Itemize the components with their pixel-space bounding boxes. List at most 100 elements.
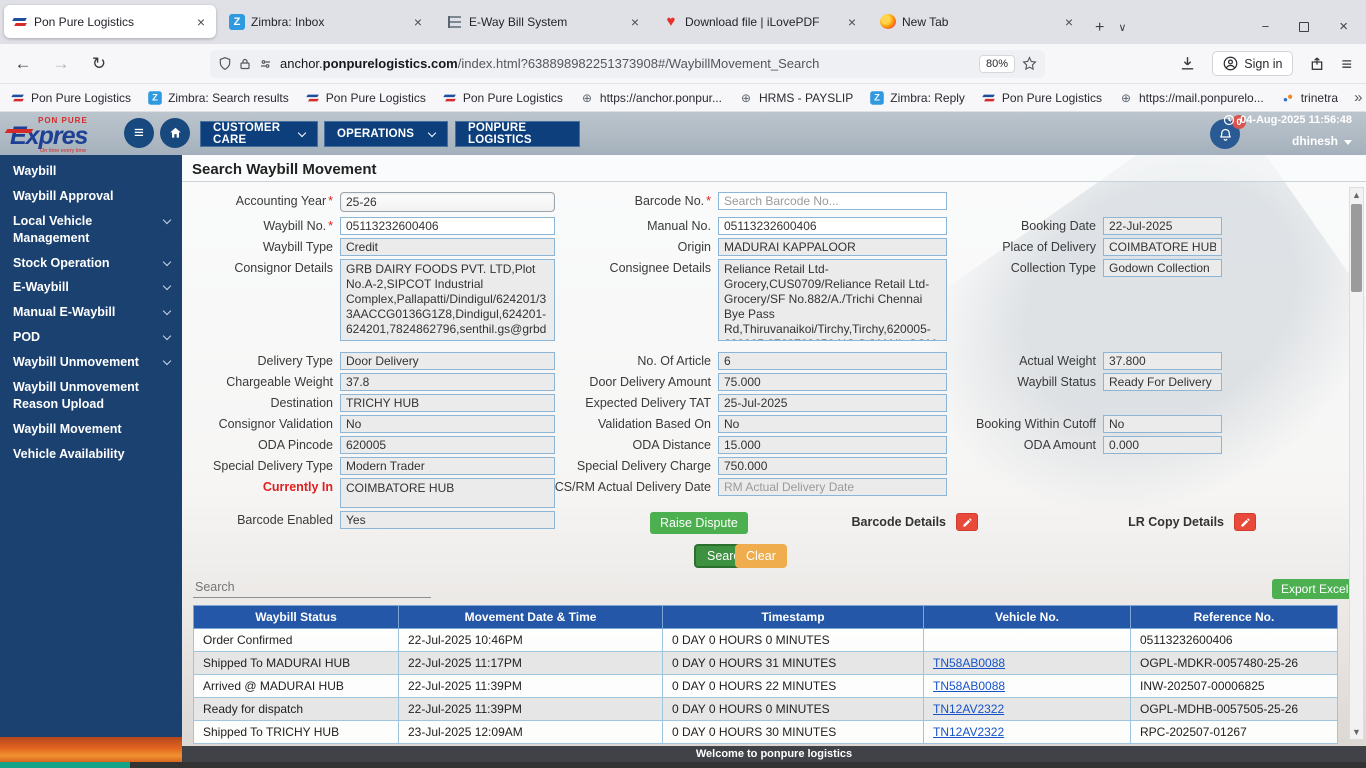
browser-tab-zimbra-inbox[interactable]: Zimbra: Inbox × (221, 5, 433, 38)
brand-logo[interactable]: PON PURE Expres On time every time (10, 116, 115, 154)
url-bar[interactable]: anchor.ponpurelogistics.com/index.html?6… (210, 49, 1045, 78)
field-oda-pincode[interactable] (340, 436, 555, 454)
close-button[interactable]: × (1339, 19, 1348, 34)
tab-close-icon[interactable]: × (1062, 14, 1076, 30)
sidebar-item-waybill-approval[interactable]: Waybill Approval (0, 184, 182, 209)
sidebar-item-waybill-movement[interactable]: Waybill Movement (0, 417, 182, 442)
vehicle-link[interactable]: TN58AB0088 (933, 679, 1005, 693)
bookmark-pon-pure-logistics[interactable]: Pon Pure Logistics (305, 90, 426, 106)
raise-dispute-button[interactable]: Raise Dispute (650, 512, 748, 534)
clear-button[interactable]: Clear (735, 544, 787, 568)
export-excel-button[interactable]: Export Excel (1272, 579, 1358, 599)
new-tab-button[interactable]: + (1095, 20, 1104, 36)
bookmark-trinetra[interactable]: trinetra (1280, 90, 1338, 106)
field-barcode-enabled[interactable] (340, 511, 555, 529)
field-consignor-validation[interactable] (340, 415, 555, 433)
field-accounting-year[interactable]: 25-26 (340, 192, 555, 212)
vertical-scrollbar[interactable]: ▲ ▼ (1349, 187, 1364, 740)
column-header-reference-no[interactable]: Reference No. (1130, 605, 1338, 629)
field-origin[interactable] (718, 238, 947, 256)
tab-close-icon[interactable]: × (845, 14, 859, 30)
browser-tab-pon-pure-logistics[interactable]: Pon Pure Logistics × (4, 5, 216, 38)
sidebar-item-stock-operation[interactable]: Stock Operation (0, 251, 182, 276)
menu-operations[interactable]: OPERATIONS (324, 121, 448, 147)
sidebar-item-waybill[interactable]: Waybill (0, 159, 182, 184)
bookmark-pon-pure-logistics[interactable]: Pon Pure Logistics (442, 90, 563, 106)
sidebar-item-pod[interactable]: POD (0, 325, 182, 350)
bookmark-https-mail-ponpurelo[interactable]: https://mail.ponpurelo... (1118, 90, 1264, 106)
field-validation-based-on[interactable] (718, 415, 947, 433)
sidebar-item-e-waybill[interactable]: E-Waybill (0, 275, 182, 300)
field-no-of-article[interactable] (718, 352, 947, 370)
field-special-delivery-type[interactable] (340, 457, 555, 475)
bookmarks-overflow-icon[interactable]: » (1354, 89, 1362, 106)
field-delivery-type[interactable] (340, 352, 555, 370)
field-manual-no[interactable] (718, 217, 947, 235)
user-menu[interactable]: dhinesh (1292, 134, 1352, 148)
bookmark-https-anchor-ponpur[interactable]: https://anchor.ponpur... (579, 90, 722, 106)
sidebar-item-local-vehicle-management[interactable]: Local Vehicle Management (0, 209, 182, 251)
scroll-down-icon[interactable]: ▼ (1350, 725, 1363, 739)
barcode-details-edit-button[interactable] (956, 513, 978, 531)
column-header-vehicle-no[interactable]: Vehicle No. (923, 605, 1131, 629)
field-booking-within-cutoff[interactable] (1103, 415, 1222, 433)
field-oda-amount[interactable] (1103, 436, 1222, 454)
column-header-movement-date-time[interactable]: Movement Date & Time (398, 605, 663, 629)
column-header-timestamp[interactable]: Timestamp (662, 605, 924, 629)
maximize-button[interactable] (1299, 21, 1310, 32)
table-quick-search-input[interactable] (193, 577, 431, 598)
browser-tab-e-way-bill-system[interactable]: E-Way Bill System × (438, 5, 650, 38)
field-oda-distance[interactable] (718, 436, 947, 454)
field-chargeable-weight[interactable] (340, 373, 555, 391)
zoom-level-badge[interactable]: 80% (978, 54, 1015, 73)
bookmark-pon-pure-logistics[interactable]: Pon Pure Logistics (981, 90, 1102, 106)
field-destination[interactable] (340, 394, 555, 412)
scroll-up-icon[interactable]: ▲ (1350, 188, 1363, 202)
shield-icon[interactable] (218, 56, 232, 71)
menu-ponpure-logistics[interactable]: PONPURE LOGISTICS (455, 121, 580, 147)
field-place-of-delivery[interactable] (1103, 238, 1222, 256)
vehicle-link[interactable]: TN58AB0088 (933, 656, 1005, 670)
home-button[interactable] (160, 118, 190, 148)
bookmark-star-icon[interactable] (1022, 56, 1037, 71)
vehicle-link[interactable]: TN12AV2322 (933, 725, 1004, 739)
lock-icon[interactable] (239, 57, 251, 71)
permissions-icon[interactable] (258, 58, 273, 70)
field-door-delivery-amount[interactable] (718, 373, 947, 391)
extensions-icon[interactable] (1309, 56, 1325, 72)
sign-in-button[interactable]: Sign in (1212, 51, 1294, 76)
field-cs-rm-actual-delivery-date[interactable] (718, 478, 947, 496)
app-menu-icon[interactable]: ≡ (1341, 55, 1352, 73)
field-waybill-type[interactable] (340, 238, 555, 256)
field-collection-type[interactable] (1103, 259, 1222, 277)
list-tabs-icon[interactable]: ∨ (1118, 22, 1126, 34)
sidebar-item-waybill-unmovement-reason-upload[interactable]: Waybill Unmovement Reason Upload (0, 375, 182, 417)
tab-close-icon[interactable]: × (411, 14, 425, 30)
field-actual-weight[interactable] (1103, 352, 1222, 370)
field-booking-date[interactable] (1103, 217, 1222, 235)
sidebar-item-vehicle-availability[interactable]: Vehicle Availability (0, 442, 182, 467)
bookmark-hrms-payslip[interactable]: HRMS - PAYSLIP (738, 90, 853, 106)
field-consignor-details[interactable] (340, 259, 555, 341)
reload-icon[interactable]: ↻ (84, 50, 114, 78)
forward-icon[interactable]: → (46, 50, 76, 78)
back-icon[interactable]: ← (8, 50, 38, 78)
vehicle-link[interactable]: TN12AV2322 (933, 702, 1004, 716)
bookmark-pon-pure-logistics[interactable]: Pon Pure Logistics (10, 90, 131, 106)
sidebar-item-manual-e-waybill[interactable]: Manual E-Waybill (0, 300, 182, 325)
field-special-delivery-charge[interactable] (718, 457, 947, 475)
scrollbar-thumb[interactable] (1351, 204, 1362, 292)
minimize-button[interactable]: − (1262, 20, 1270, 33)
tab-close-icon[interactable]: × (628, 14, 642, 30)
browser-tab-download-file-ilovepdf[interactable]: Download file | iLovePDF × (655, 5, 867, 38)
browser-tab-new-tab[interactable]: New Tab × (872, 5, 1084, 38)
column-header-waybill-status[interactable]: Waybill Status (193, 605, 399, 629)
field-currently-in[interactable] (340, 478, 555, 508)
bookmark-zimbra-reply[interactable]: Zimbra: Reply (869, 90, 965, 106)
downloads-icon[interactable] (1179, 55, 1196, 72)
nav-hamburger-button[interactable]: ≡ (124, 118, 154, 148)
field-barcode-no[interactable] (718, 192, 947, 210)
sidebar-item-waybill-unmovement[interactable]: Waybill Unmovement (0, 350, 182, 375)
lr-copy-edit-button[interactable] (1234, 513, 1256, 531)
field-waybill-no[interactable] (340, 217, 555, 235)
